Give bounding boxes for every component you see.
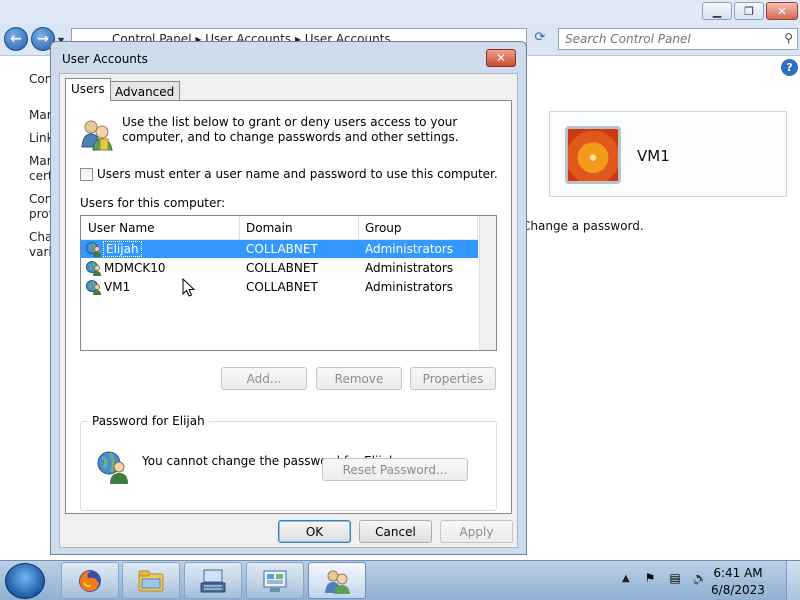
- file-explorer-icon: [138, 570, 164, 592]
- column-divider[interactable]: [358, 216, 359, 240]
- mouse-pointer-icon: [182, 278, 196, 297]
- clock-time[interactable]: 6:41 AM: [700, 566, 776, 580]
- network-icon[interactable]: ▤: [667, 571, 683, 587]
- user-card-name: VM1: [637, 147, 670, 165]
- users-icon: [81, 120, 113, 151]
- require-login-checkbox[interactable]: [80, 168, 93, 181]
- firefox-icon: [79, 570, 101, 592]
- taskbar-keyboard-button[interactable]: [184, 562, 242, 599]
- users-list[interactable]: User Name Domain Group Elijah COLLABNET …: [80, 215, 497, 351]
- list-header: User Name Domain Group: [81, 216, 478, 240]
- column-divider: [477, 216, 478, 240]
- side-link-text[interactable]: Mar: [29, 108, 52, 122]
- column-header-user-name[interactable]: User Name: [88, 221, 155, 235]
- close-icon[interactable]: ✕: [486, 49, 516, 67]
- side-link-text[interactable]: Con: [29, 192, 52, 206]
- help-icon[interactable]: ?: [781, 59, 798, 76]
- password-group-title: Password for Elijah: [88, 414, 209, 428]
- cancel-button[interactable]: Cancel: [359, 520, 432, 543]
- remove-user-button[interactable]: Remove: [316, 367, 402, 390]
- table-row[interactable]: VM1 COLLABNET Administrators: [81, 278, 478, 296]
- domain-cell: COLLABNET: [246, 261, 318, 275]
- domain-cell: COLLABNET: [246, 280, 318, 294]
- ok-button[interactable]: OK: [278, 520, 351, 543]
- control-panel-titlebar: ▁ ❐ ✕: [0, 0, 800, 24]
- group-cell: Administrators: [365, 280, 454, 294]
- domain-user-icon: [86, 242, 101, 257]
- search-box[interactable]: ⚲: [558, 28, 798, 50]
- user-accounts-icon: [325, 570, 350, 594]
- taskbar-control-panel-button[interactable]: [246, 562, 304, 599]
- taskbar: ▲ ⚑ ▤ 🔈 6:41 AM 6/8/2023: [0, 560, 800, 600]
- taskbar-firefox-button[interactable]: [61, 562, 119, 599]
- require-login-label[interactable]: Users must enter a user name and passwor…: [97, 167, 498, 181]
- dialog-title: User Accounts: [62, 52, 148, 66]
- table-row[interactable]: MDMCK10 COLLABNET Administrators: [81, 259, 478, 277]
- tab-advanced[interactable]: Advanced: [109, 81, 181, 101]
- user-account-card: VM1: [549, 111, 787, 197]
- group-cell: Administrators: [365, 261, 454, 275]
- group-cell: Administrators: [365, 242, 454, 256]
- minimize-button[interactable]: ▁: [702, 2, 732, 20]
- column-divider[interactable]: [239, 216, 240, 240]
- domain-user-icon: [86, 280, 101, 295]
- user-name-cell: Elijah: [103, 241, 142, 257]
- intro-text: Use the list below to grant or deny user…: [122, 115, 459, 144]
- dialog-titlebar[interactable]: User Accounts ✕: [51, 42, 526, 74]
- domain-cell: COLLABNET: [246, 242, 318, 256]
- back-arrow-icon[interactable]: ←: [4, 27, 28, 51]
- close-window-button[interactable]: ✕: [766, 2, 798, 20]
- control-panel-icon: [263, 570, 287, 592]
- user-picture-flower-icon[interactable]: [565, 126, 621, 184]
- start-button-windows-logo-icon[interactable]: [5, 563, 45, 599]
- dialog-body: Users Advanced Use the list below to gra…: [59, 73, 518, 548]
- reset-password-button[interactable]: Reset Password...: [322, 458, 468, 481]
- search-input[interactable]: [559, 29, 775, 49]
- user-name-cell: MDMCK10: [104, 261, 166, 275]
- taskbar-user-accounts-button[interactable]: [308, 562, 366, 599]
- apply-button[interactable]: Apply: [440, 520, 513, 543]
- side-link-text[interactable]: Con: [29, 72, 52, 86]
- maximize-button[interactable]: ❐: [734, 2, 764, 20]
- clock-date[interactable]: 6/8/2023: [700, 583, 776, 597]
- user-name-cell: VM1: [104, 280, 131, 294]
- change-password-link[interactable]: Change a password.: [522, 219, 644, 233]
- show-desktop-button[interactable]: [786, 561, 800, 600]
- keyboard-icon: [200, 569, 226, 593]
- column-header-domain[interactable]: Domain: [246, 221, 293, 235]
- refresh-icon[interactable]: ⟳: [530, 30, 550, 48]
- domain-user-icon: [97, 451, 128, 484]
- taskbar-explorer-button[interactable]: [122, 562, 180, 599]
- properties-button[interactable]: Properties: [410, 367, 496, 390]
- add-user-button[interactable]: Add...: [221, 367, 307, 390]
- table-row[interactable]: Elijah COLLABNET Administrators: [81, 240, 478, 258]
- side-link-text[interactable]: Mar: [29, 154, 52, 168]
- show-hidden-icons-arrow-icon[interactable]: ▲: [622, 573, 630, 584]
- users-list-caption: Users for this computer:: [80, 196, 226, 210]
- tab-users[interactable]: Users: [65, 78, 111, 101]
- side-link-text[interactable]: Cha: [29, 230, 52, 244]
- users-tab-panel: Use the list below to grant or deny user…: [65, 100, 512, 514]
- domain-user-icon: [86, 261, 101, 276]
- column-header-group[interactable]: Group: [365, 221, 402, 235]
- list-scrollbar[interactable]: [479, 216, 496, 350]
- user-accounts-dialog: User Accounts ✕ Users Advanced Use the l…: [50, 41, 527, 555]
- action-center-flag-icon[interactable]: ⚑: [642, 571, 658, 587]
- search-icon[interactable]: ⚲: [784, 31, 793, 45]
